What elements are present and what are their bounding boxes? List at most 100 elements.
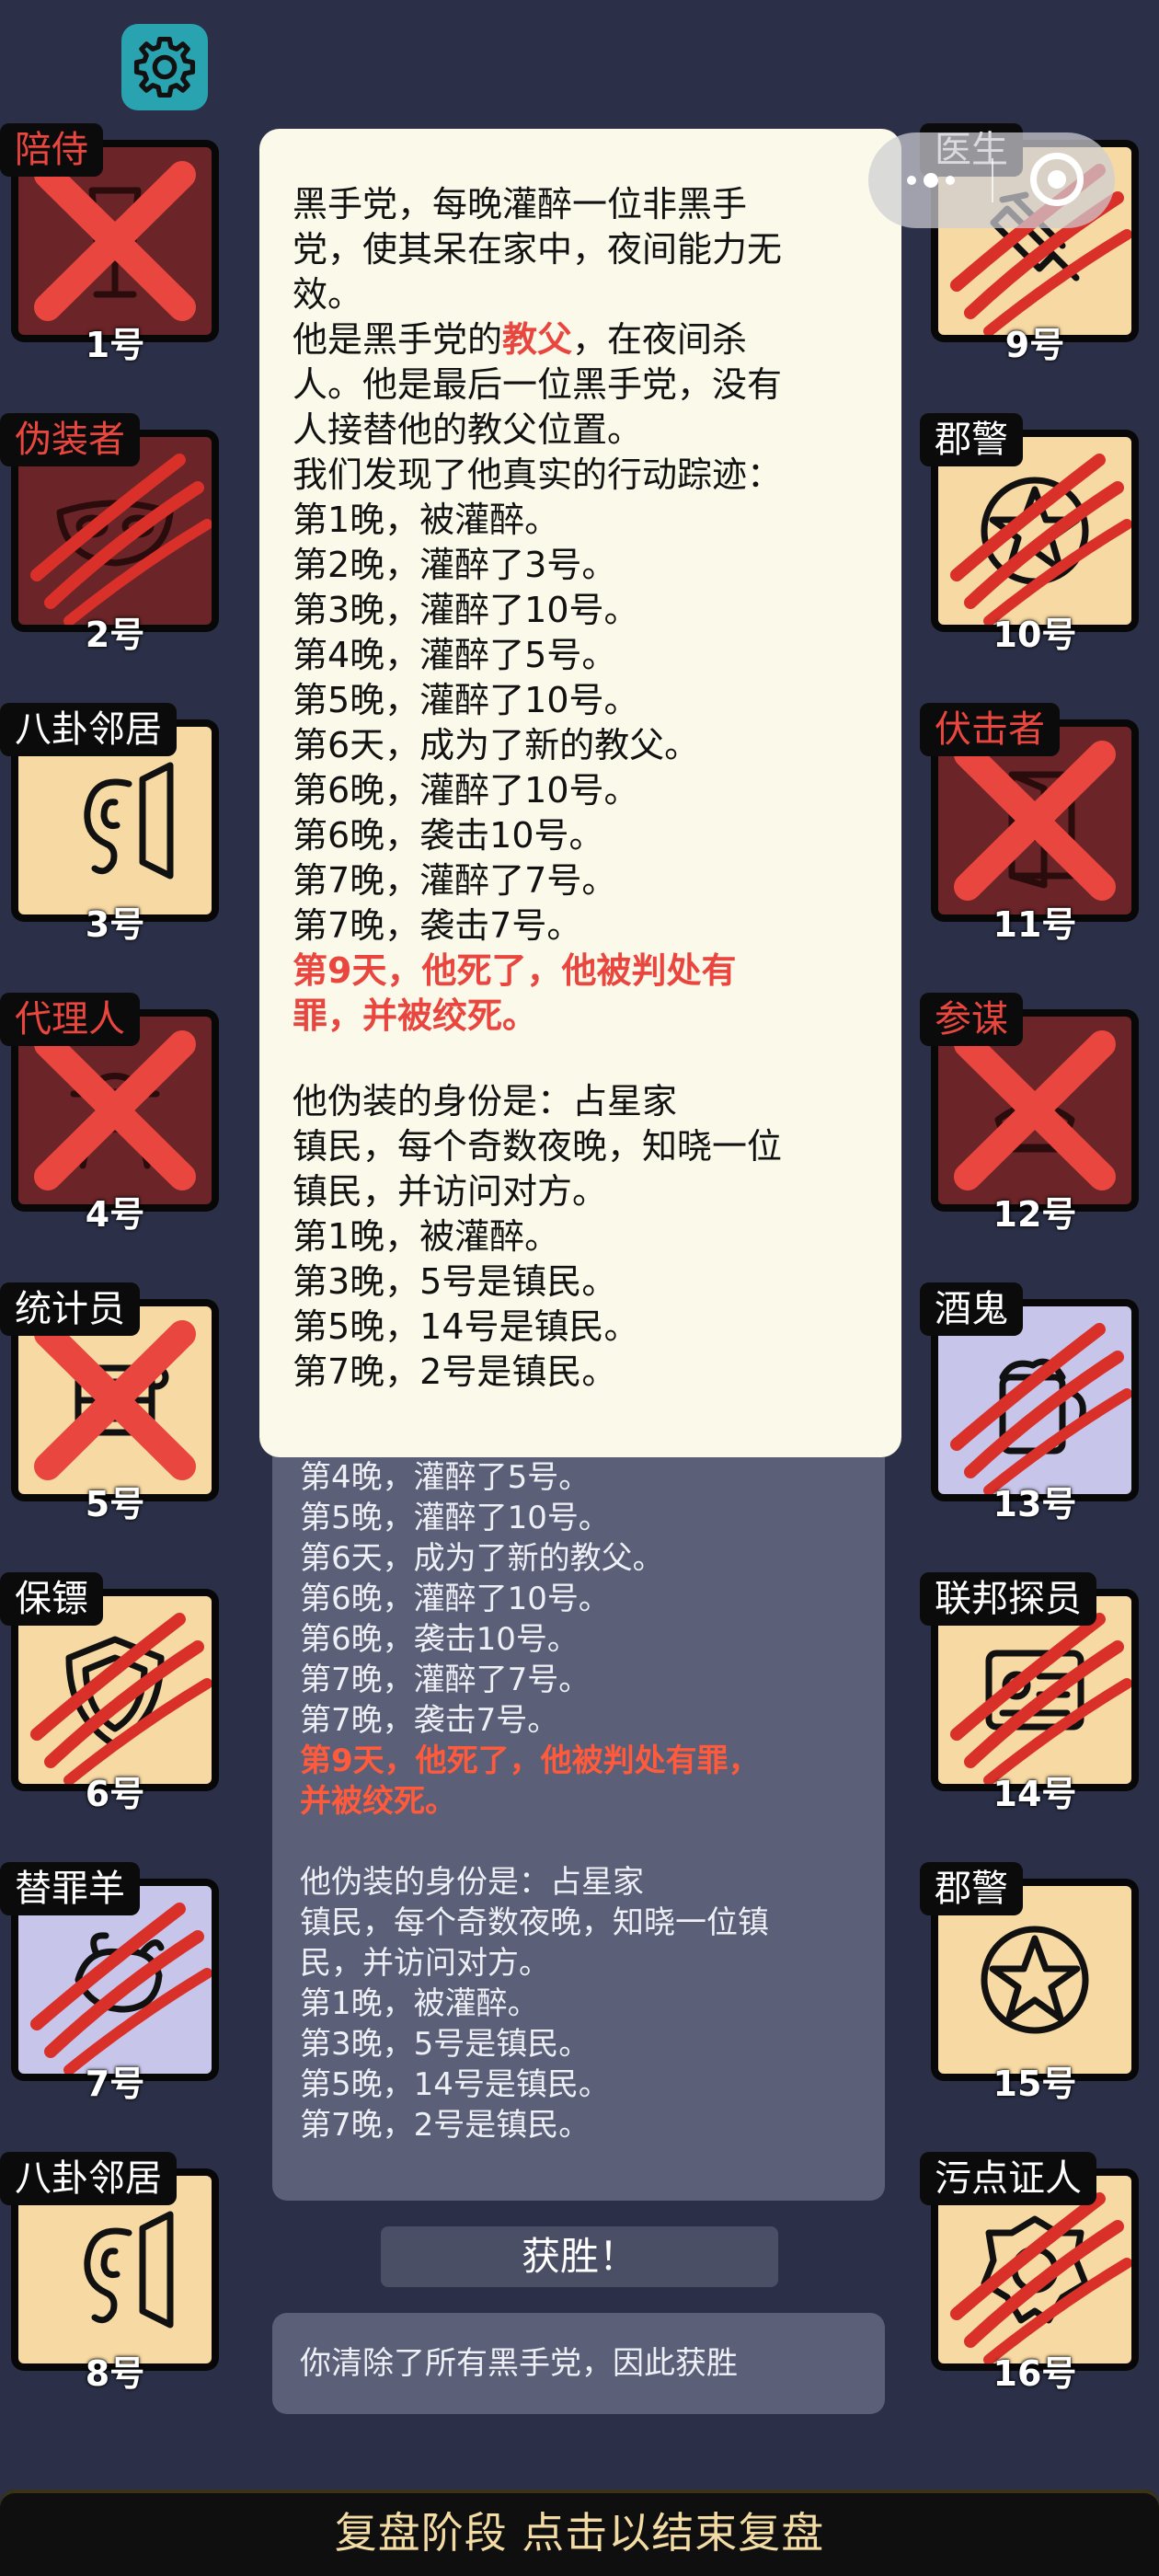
text-fragment: ，在夜间杀 [572, 319, 748, 360]
player-role-label: 伪装者 [0, 413, 140, 466]
log-line: 第5晚，灌醉了10号。 [300, 1500, 610, 1536]
player-card[interactable]: 郡警 15号 [920, 1862, 1141, 2104]
log-line: 第7晚，灌醉了7号。 [300, 1662, 591, 1698]
door-icon [1008, 771, 1075, 889]
player-number: 13号 [993, 1484, 1077, 1524]
player-card[interactable]: 陪侍 1号 [0, 123, 221, 365]
log-line: 民，并访问对方。 [300, 1945, 550, 1982]
player-card[interactable]: 替罪羊 7号 [0, 1862, 221, 2104]
player-card[interactable]: 代理人 4号 [0, 993, 221, 1235]
popup-line: 第7晚，2号是镇民。 [293, 1351, 617, 1392]
player-role-label: 参谋 [920, 993, 1023, 1046]
popup-line: 第7晚，灌醉了7号。 [293, 860, 617, 901]
player-role-label: 联邦探员 [920, 1572, 1096, 1626]
popup-line: 第6晚，袭击10号。 [293, 815, 604, 856]
popup-line: 他是黑手党的教父，在夜间杀 [293, 317, 863, 362]
log-line: 第5晚，14号是镇民。 [300, 2066, 610, 2103]
player-role-label: 伏击者 [920, 703, 1060, 756]
player-role-label: 郡警 [920, 413, 1023, 466]
mask-icon [56, 500, 174, 567]
ear-icon [84, 762, 174, 880]
log-line: 第4晚，灌醉了5号。 [300, 1459, 591, 1496]
scroll-icon [75, 1364, 169, 1436]
player-card[interactable]: 酒鬼 13号 [920, 1282, 1141, 1524]
player-number: 11号 [993, 904, 1077, 945]
player-card[interactable]: 伪装者 2号 [0, 413, 221, 655]
player-role-label: 陪侍 [0, 123, 103, 177]
review-log: 第3晚，灌醉了10号。第4晚，灌醉了5号。第5晚，灌醉了10号。第6天，成为了新… [300, 1417, 861, 2145]
player-role-label: 保镖 [0, 1572, 103, 1626]
player-card[interactable]: 统计员 5号 [0, 1282, 221, 1524]
settings-button[interactable] [121, 24, 208, 110]
hat-icon [985, 1102, 1084, 1153]
player-card[interactable]: 八卦邻居 8号 [0, 2152, 221, 2394]
log-line: 第3晚，5号是镇民。 [300, 2026, 591, 2063]
player-number: 14号 [993, 1774, 1077, 1814]
popup-line: 第3晚，灌醉了10号。 [293, 590, 639, 630]
player-role-label: 替罪羊 [0, 1862, 140, 1915]
log-line: 镇民，每个奇数夜晚，知晓一位镇 [300, 1904, 769, 1941]
player-card[interactable]: 参谋 12号 [920, 993, 1141, 1235]
popup-line: 第6晚，灌醉了10号。 [293, 770, 639, 811]
popup-line: 党，使其呆在家中，夜间能力无 [293, 229, 783, 270]
text-fragment: 他是黑手党的 [293, 319, 503, 360]
player-role-label: 酒鬼 [920, 1282, 1023, 1336]
role-name-highlight: 教父 [502, 319, 573, 360]
player-number: 7号 [85, 2064, 145, 2104]
wine-glass-icon [88, 187, 142, 298]
popup-line: 镇民，每个奇数夜晚，知晓一位 [293, 1126, 783, 1167]
star-badge-icon [981, 1926, 1089, 2034]
player-role-label: 统计员 [0, 1282, 140, 1336]
popup-line: 效。 [293, 274, 363, 315]
close-target-icon[interactable] [1030, 153, 1084, 206]
player-number: 10号 [993, 615, 1077, 655]
more-icon[interactable] [907, 173, 955, 188]
player-number: 5号 [85, 1484, 145, 1524]
player-number: 15号 [993, 2064, 1077, 2104]
verdict-line: 第9天，他死了，他被判处有罪， [300, 1742, 760, 1779]
badge-icon [981, 2215, 1089, 2324]
player-number: 16号 [993, 2353, 1077, 2394]
log-line: 第7晚，2号是镇民。 [300, 2107, 591, 2144]
player-number: 1号 [85, 325, 145, 365]
player-card[interactable]: 保镖 6号 [0, 1572, 221, 1814]
popup-line: 黑手党，每晚灌醉一位非黑手 [293, 184, 748, 224]
popup-line: 第1晚，被灌醉。 [293, 500, 560, 540]
log-line: 第1晚，被灌醉。 [300, 1985, 539, 2022]
popup-line: 镇民，并访问对方。 [293, 1171, 608, 1212]
player-number: 6号 [85, 1774, 145, 1814]
player-role-label: 八卦邻居 [0, 703, 177, 756]
miniprogram-capsule [868, 132, 1115, 228]
player-card[interactable]: 伏击者 11号 [920, 703, 1141, 945]
popup-line: 第5晚，灌醉了10号。 [293, 680, 639, 720]
player-role-label: 郡警 [920, 1862, 1023, 1915]
player-number: 3号 [85, 904, 145, 945]
player-card[interactable]: 八卦邻居 3号 [0, 703, 221, 945]
player-role-label: 八卦邻居 [0, 2152, 177, 2205]
log-line: 第6天，成为了新的教父。 [300, 1540, 664, 1577]
popup-line: 我们发现了他真实的行动踪迹： [293, 454, 783, 495]
player-card[interactable]: 污点证人 16号 [920, 2152, 1141, 2394]
verdict-line: 第9天，他死了，他被判处有 [293, 950, 737, 991]
beer-icon [999, 1358, 1086, 1455]
agent-icon [70, 1073, 160, 1169]
result-title: 获胜！ [381, 2226, 778, 2287]
verdict-line: 罪，并被绞死。 [293, 995, 538, 1036]
player-number: 4号 [85, 1194, 145, 1235]
goat-icon [75, 1932, 165, 2013]
popup-line: 第1晚，被灌醉。 [293, 1216, 560, 1257]
shield-icon [65, 1636, 165, 1749]
popup-line: 第5晚，14号是镇民。 [293, 1306, 639, 1347]
gear-icon [133, 36, 196, 98]
capsule-divider [992, 158, 993, 202]
player-card[interactable]: 联邦探员 14号 [920, 1572, 1141, 1814]
star-badge-icon [981, 477, 1089, 585]
player-card[interactable]: 郡警 10号 [920, 413, 1141, 655]
popup-line: 人接替他的教父位置。 [293, 409, 643, 450]
end-review-button[interactable]: 复盘阶段 点击以结束复盘 [0, 2490, 1159, 2576]
log-line: 第6晚，袭击10号。 [300, 1621, 579, 1658]
ear-icon [84, 2211, 174, 2329]
log-line: 第6晚，灌醉了10号。 [300, 1581, 610, 1617]
